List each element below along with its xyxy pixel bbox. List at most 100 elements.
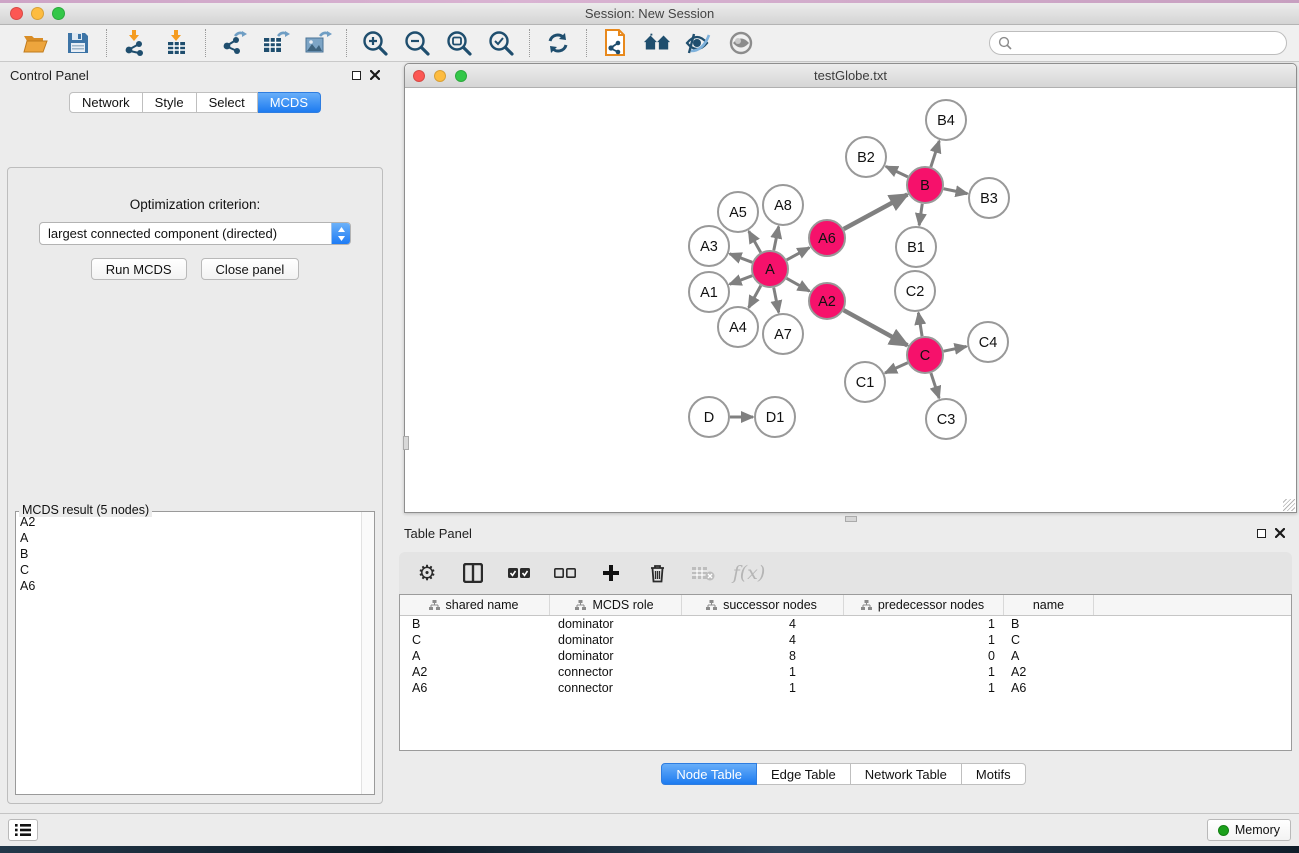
mcds-result-item[interactable]: C	[20, 562, 361, 578]
edge-A-A1[interactable]	[730, 276, 753, 285]
function-builder-icon[interactable]: f(x)	[737, 561, 761, 585]
graph-node-C[interactable]: C	[907, 337, 943, 373]
table-row[interactable]: A6connector11A6	[400, 680, 1291, 696]
edge-A-A4[interactable]	[749, 286, 761, 308]
import-table-icon[interactable]	[163, 29, 191, 57]
show-columns-icon[interactable]	[461, 561, 485, 585]
edge-B-B3[interactable]	[944, 189, 968, 194]
result-scrollbar[interactable]	[361, 512, 374, 794]
criterion-dropdown[interactable]: largest connected component (directed)	[39, 222, 351, 245]
graph-node-B[interactable]: B	[907, 167, 943, 203]
graph-node-C3[interactable]: C3	[926, 399, 966, 439]
column-header-MCDS-role[interactable]: MCDS role	[550, 595, 682, 615]
select-all-icon[interactable]	[507, 561, 531, 585]
delete-table-icon[interactable]	[691, 561, 715, 585]
zoom-in-icon[interactable]	[361, 29, 389, 57]
table-row[interactable]: A2connector11A2	[400, 664, 1291, 680]
graph-node-B1[interactable]: B1	[896, 227, 936, 267]
graph-node-A3[interactable]: A3	[689, 226, 729, 266]
float-panel-icon[interactable]	[352, 71, 361, 80]
graph-node-C1[interactable]: C1	[845, 362, 885, 402]
table-tab-node-table[interactable]: Node Table	[661, 763, 757, 785]
edge-A-A2[interactable]	[787, 278, 810, 291]
edge-A-A8[interactable]	[774, 227, 779, 251]
edge-C-C2[interactable]	[918, 313, 922, 336]
zoom-fit-icon[interactable]	[445, 29, 473, 57]
export-table-icon[interactable]	[262, 29, 290, 57]
table-row[interactable]: Cdominator41C	[400, 632, 1291, 648]
column-header-shared-name[interactable]: shared name	[400, 595, 550, 615]
graph-node-B3[interactable]: B3	[969, 178, 1009, 218]
graph-node-A[interactable]: A	[752, 251, 788, 287]
mcds-result-item[interactable]: A	[20, 530, 361, 546]
edge-A-A7[interactable]	[774, 288, 779, 313]
table-tab-network-table[interactable]: Network Table	[851, 763, 962, 785]
mcds-result-item[interactable]: B	[20, 546, 361, 562]
open-file-icon[interactable]	[22, 29, 50, 57]
edge-B-B4[interactable]	[931, 141, 939, 167]
tab-select[interactable]: Select	[197, 92, 258, 113]
home-layout-icon[interactable]	[643, 29, 671, 57]
edge-C-C4[interactable]	[944, 346, 967, 351]
save-session-icon[interactable]	[64, 29, 92, 57]
graph-node-A6[interactable]: A6	[809, 220, 845, 256]
edge-A-A5[interactable]	[749, 231, 761, 252]
hide-details-icon[interactable]	[685, 29, 713, 57]
edge-B-B2[interactable]	[886, 166, 908, 176]
edge-C-C1[interactable]	[885, 363, 908, 373]
table-row[interactable]: Bdominator41B	[400, 616, 1291, 632]
graph-node-A7[interactable]: A7	[763, 314, 803, 354]
graph-node-A8[interactable]: A8	[763, 185, 803, 225]
network-canvas[interactable]: B4 B2 B B3 A8A5 A6 A3 B1 A A1 C2 A2 A4A7 C4 C C1 D D1 C3	[405, 88, 1296, 512]
mcds-result-item[interactable]: A6	[20, 578, 361, 594]
graph-node-D[interactable]: D	[689, 397, 729, 437]
tab-mcds[interactable]: MCDS	[258, 92, 321, 113]
window-resize-grip[interactable]	[1283, 499, 1295, 511]
edge-A-A6[interactable]	[787, 248, 810, 260]
export-image-icon[interactable]	[304, 29, 332, 57]
graph-node-C2[interactable]: C2	[895, 271, 935, 311]
column-header-name[interactable]: name	[1004, 595, 1094, 615]
graph-node-A5[interactable]: A5	[718, 192, 758, 232]
edge-A6-B[interactable]	[844, 195, 908, 229]
task-history-button[interactable]	[8, 819, 38, 841]
edge-A2-C[interactable]	[844, 310, 908, 345]
zoom-selected-icon[interactable]	[487, 29, 515, 57]
export-network-icon[interactable]	[220, 29, 248, 57]
tab-network[interactable]: Network	[69, 92, 143, 113]
graph-node-D1[interactable]: D1	[755, 397, 795, 437]
search-field[interactable]	[989, 31, 1287, 55]
graph-node-C4[interactable]: C4	[968, 322, 1008, 362]
table-row[interactable]: Adominator80A	[400, 648, 1291, 664]
table-tab-edge-table[interactable]: Edge Table	[757, 763, 851, 785]
tab-style[interactable]: Style	[143, 92, 197, 113]
float-table-panel-icon[interactable]	[1257, 529, 1266, 538]
run-mcds-button[interactable]: Run MCDS	[91, 258, 187, 280]
table-tab-motifs[interactable]: Motifs	[962, 763, 1026, 785]
column-header-successor-nodes[interactable]: successor nodes	[682, 595, 844, 615]
table-settings-icon[interactable]: ⚙	[415, 561, 439, 585]
search-input[interactable]	[1017, 36, 1278, 50]
memory-button[interactable]: Memory	[1207, 819, 1291, 841]
import-network-icon[interactable]	[121, 29, 149, 57]
refresh-view-icon[interactable]	[544, 29, 572, 57]
close-panel-icon[interactable]	[370, 70, 380, 80]
graph-node-B4[interactable]: B4	[926, 100, 966, 140]
split-handle-left[interactable]	[403, 436, 409, 450]
graph-node-B2[interactable]: B2	[846, 137, 886, 177]
graph-node-A1[interactable]: A1	[689, 272, 729, 312]
zoom-out-icon[interactable]	[403, 29, 431, 57]
graph-node-A4[interactable]: A4	[718, 307, 758, 347]
column-header-predecessor-nodes[interactable]: predecessor nodes	[844, 595, 1004, 615]
close-table-panel-icon[interactable]	[1275, 528, 1285, 538]
delete-column-icon[interactable]	[645, 561, 669, 585]
edge-A-A3[interactable]	[730, 254, 753, 263]
edge-C-C3[interactable]	[931, 373, 939, 398]
show-graphics-icon[interactable]	[727, 29, 755, 57]
close-panel-button[interactable]: Close panel	[201, 258, 300, 280]
graph-node-A2[interactable]: A2	[809, 283, 845, 319]
edge-B-B1[interactable]	[919, 204, 922, 225]
add-column-icon[interactable]	[599, 561, 623, 585]
deselect-all-icon[interactable]	[553, 561, 577, 585]
clone-network-icon[interactable]	[601, 29, 629, 57]
